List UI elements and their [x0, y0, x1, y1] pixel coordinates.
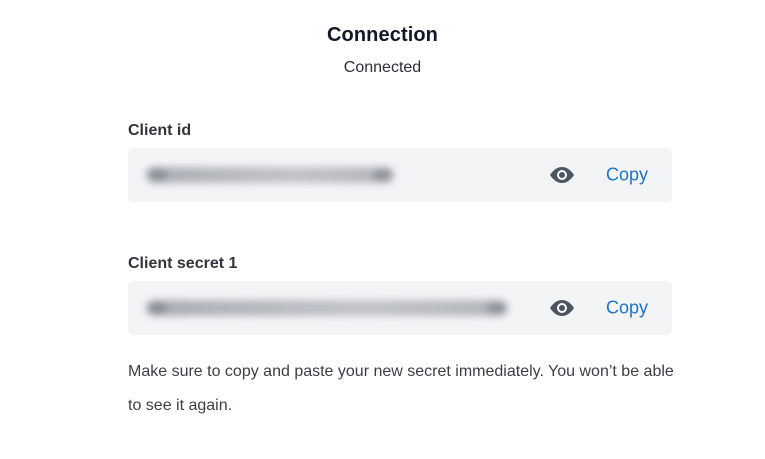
secret-warning-note: Make sure to copy and paste your new sec… — [128, 363, 674, 414]
client-id-label: Client id — [128, 122, 192, 139]
copy-client-secret-button[interactable]: Copy — [606, 298, 648, 319]
client-secret-label: Client secret 1 — [128, 255, 238, 272]
client-secret-masked-value — [146, 300, 508, 316]
client-secret-field: Copy — [128, 281, 672, 335]
page-title: Connection — [327, 24, 438, 46]
client-id-field: Copy — [128, 148, 672, 202]
connection-status: Connected — [343, 59, 422, 76]
client-id-masked-value — [146, 167, 394, 183]
connection-header: Connection Connected — [0, 24, 765, 77]
eye-icon[interactable] — [548, 298, 576, 318]
copy-client-id-button[interactable]: Copy — [606, 165, 648, 186]
eye-icon[interactable] — [548, 165, 576, 185]
